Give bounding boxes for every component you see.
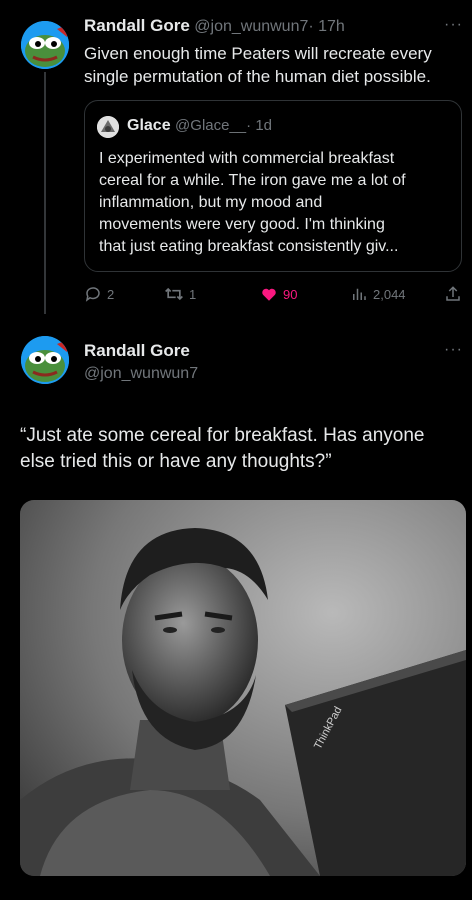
reply-image[interactable]: ThinkPad <box>20 500 466 876</box>
share-icon <box>446 286 460 301</box>
tweet-header: Randall Gore @jon_wunwun7· 17h <box>84 16 345 36</box>
views-count: 2,044 <box>373 286 406 302</box>
pepe-avatar-icon <box>21 21 69 69</box>
retweet-button[interactable]: 1 <box>164 285 196 303</box>
tweet-text: Given enough time Peaters will recreate … <box>84 44 432 86</box>
quote-author-name: Glace <box>127 117 171 134</box>
quote-header: Glace @Glace__· 1d <box>127 117 272 135</box>
quoted-tweet-card[interactable]: Glace @Glace__· 1d I experimented with c… <box>84 100 462 272</box>
author-handle[interactable]: @jon_wunwun7 <box>194 18 308 35</box>
reply-author-name[interactable]: Randall Gore <box>84 341 190 361</box>
tweet-action-bar: 2 1 90 2,044 <box>84 285 464 307</box>
tweet-time[interactable]: · 17h <box>308 18 344 35</box>
more-options-icon[interactable]: ··· <box>444 16 463 34</box>
pepe-avatar-icon <box>21 336 69 384</box>
quote-author-handle: @Glace__ <box>175 117 247 134</box>
thread-connector <box>44 72 46 314</box>
reply-text: “Just ate some cereal for breakfast. Has… <box>20 425 425 472</box>
reply-button[interactable]: 2 <box>84 285 114 303</box>
reply-author-handle[interactable]: @jon_wunwun7 <box>84 365 198 383</box>
heart-icon <box>262 288 276 301</box>
avatar[interactable] <box>21 21 69 69</box>
reply-icon <box>85 287 100 302</box>
reply-more-options-icon[interactable]: ··· <box>444 341 463 359</box>
glace-avatar-icon <box>97 116 119 138</box>
quote-time: · 1d <box>246 117 273 134</box>
retweet-icon <box>165 287 183 301</box>
like-button[interactable]: 90 <box>260 285 297 303</box>
quote-text: I experimented with commercial breakfast… <box>99 150 406 255</box>
retweet-count: 1 <box>189 286 197 302</box>
reply-avatar[interactable] <box>21 336 69 384</box>
man-with-laptop-image: ThinkPad <box>20 500 466 876</box>
quote-avatar <box>97 116 119 138</box>
views-button[interactable]: 2,044 <box>350 285 406 303</box>
reply-count: 2 <box>107 286 115 302</box>
views-chart-icon <box>353 288 366 300</box>
author-name[interactable]: Randall Gore <box>84 16 190 35</box>
like-count: 90 <box>283 286 298 302</box>
share-button[interactable] <box>444 285 462 308</box>
